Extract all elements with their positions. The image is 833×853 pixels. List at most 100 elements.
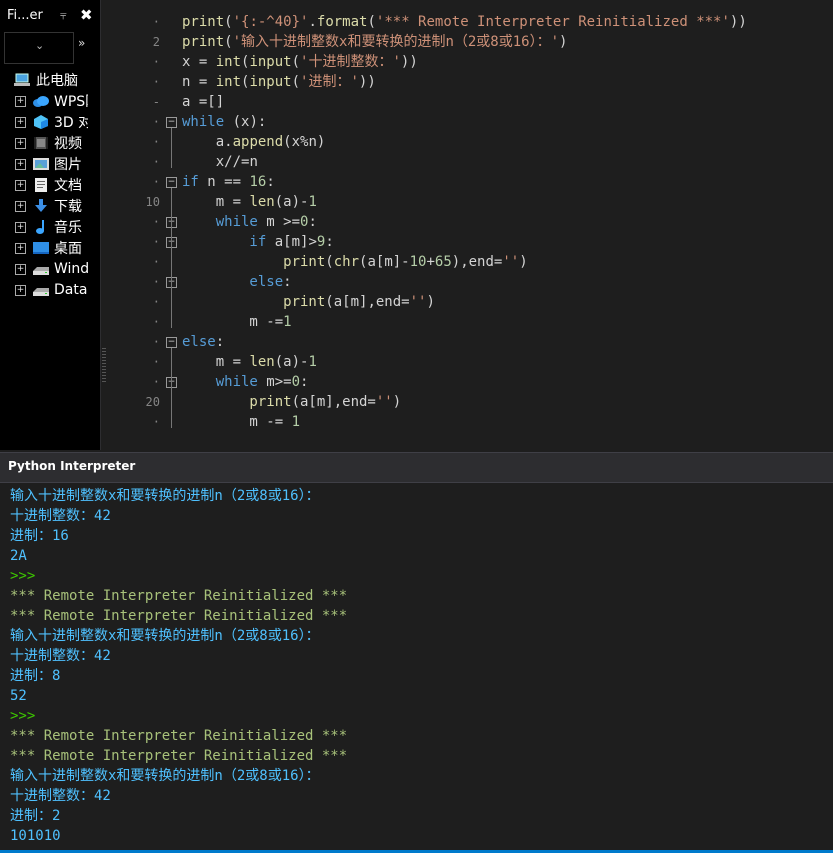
- tree-item[interactable]: + 桌面: [15, 238, 88, 258]
- code-token: =: [198, 74, 216, 90]
- fold-toggle-icon[interactable]: −: [166, 177, 177, 188]
- code-line[interactable]: while (x):: [182, 112, 266, 132]
- panel-resize-grip[interactable]: [102, 348, 106, 382]
- fold-guide: [171, 388, 172, 428]
- code-token: n: [198, 174, 225, 190]
- code-line[interactable]: print('{:-^40}'.format('*** Remote Inter…: [182, 12, 747, 32]
- line-number: ·: [152, 215, 160, 229]
- line-number: ·: [152, 415, 160, 429]
- console-line: 101010: [10, 828, 61, 844]
- tree-item[interactable]: + Data: [15, 280, 88, 300]
- code-line[interactable]: else:: [182, 332, 224, 352]
- tree-item[interactable]: + 音乐: [15, 217, 88, 237]
- line-number: ·: [152, 375, 160, 389]
- code-token: (: [325, 254, 334, 270]
- code-line[interactable]: if a[m]>9:: [182, 232, 334, 252]
- expand-icon[interactable]: +: [15, 263, 26, 275]
- code-token: while: [182, 374, 258, 390]
- code-token: m: [257, 374, 275, 390]
- tree-item-this-pc[interactable]: 此电脑: [14, 70, 78, 90]
- document-icon: [32, 177, 50, 193]
- expand-icon[interactable]: +: [15, 179, 26, 191]
- expand-icon[interactable]: +: [15, 284, 26, 296]
- console-line: 输入十进制整数x和要转换的进制n（2或8或16）：: [10, 628, 320, 644]
- code-line[interactable]: if n == 16:: [182, 172, 275, 192]
- code-token: >=: [274, 374, 292, 390]
- tree-item-label: 音乐: [54, 220, 82, 236]
- console-line: *** Remote Interpreter Reinitialized ***: [10, 728, 348, 744]
- code-token: :: [325, 234, 334, 250]
- video-icon: [32, 135, 50, 151]
- code-line[interactable]: a =[]: [182, 92, 224, 112]
- tree-item-label: 3D 对象: [54, 115, 88, 131]
- code-line[interactable]: m = len(a)-1: [182, 192, 317, 212]
- line-number: ·: [152, 335, 160, 349]
- tree-item[interactable]: + 下载: [15, 196, 88, 216]
- code-line[interactable]: while m>=0:: [182, 372, 309, 392]
- line-number: ·: [152, 315, 160, 329]
- more-icon[interactable]: »: [78, 36, 85, 50]
- code-line[interactable]: n = int(input('进制：')): [182, 72, 376, 92]
- tree-item-label: 图片: [54, 157, 82, 173]
- code-line[interactable]: print('输入十进制整数x和要转换的进制n（2或8或16）：'): [182, 32, 567, 52]
- expand-icon[interactable]: +: [15, 200, 26, 212]
- tree-item[interactable]: + Windows: [15, 259, 88, 279]
- tree-item[interactable]: + 文档: [15, 175, 88, 195]
- code-token: (: [291, 74, 301, 90]
- expand-icon[interactable]: +: [15, 137, 26, 149]
- code-token: (a[m]-: [359, 254, 410, 270]
- expand-icon[interactable]: +: [15, 116, 26, 128]
- code-line[interactable]: else:: [182, 272, 291, 292]
- code-token: '': [502, 254, 520, 270]
- code-line[interactable]: m -= 1: [182, 412, 300, 432]
- code-token: x: [182, 54, 199, 70]
- code-token: [m]>: [283, 234, 317, 250]
- tree-item[interactable]: +3D 对象: [15, 112, 88, 132]
- code-token: '*** Remote Interpreter Reinitialized **…: [375, 14, 730, 30]
- tree-item[interactable]: + WPS网盘: [15, 91, 88, 111]
- pin-icon[interactable]: ⫧: [60, 8, 67, 23]
- tree-item-label: Windows: [54, 261, 88, 277]
- line-number: ·: [152, 275, 160, 289]
- code-line[interactable]: m = len(a)-1: [182, 352, 317, 372]
- expand-icon[interactable]: +: [15, 221, 26, 233]
- code-token: else: [182, 274, 284, 290]
- code-line[interactable]: print(a[m],end=''): [182, 392, 401, 412]
- line-number: ·: [152, 115, 160, 129]
- tree-item[interactable]: + 视频: [15, 133, 88, 153]
- code-editor[interactable]: ·2··-····10·········20·−−−−−−− print('{:…: [110, 10, 833, 450]
- code-text-area[interactable]: print('{:-^40}'.format('*** Remote Inter…: [182, 10, 833, 450]
- close-icon[interactable]: ✖: [80, 6, 93, 24]
- code-line[interactable]: x = int(input('十进制整数：')): [182, 52, 418, 72]
- location-dropdown[interactable]: ⌄: [4, 32, 74, 64]
- code-token: n: [182, 74, 199, 90]
- code-line[interactable]: print(chr(a[m]-10+65),end=''): [182, 252, 528, 272]
- code-token: 1: [308, 194, 317, 210]
- tree-item-label: Data: [54, 282, 88, 298]
- tree-item[interactable]: + 图片: [15, 154, 88, 174]
- code-line[interactable]: x//=n: [182, 152, 258, 172]
- console-line: 十进制整数：42: [10, 788, 111, 804]
- chevron-down-icon: ⌄: [35, 39, 45, 52]
- code-token: '': [375, 394, 393, 410]
- code-token: '{:-^40}': [232, 14, 309, 30]
- code-token: +: [426, 254, 435, 270]
- interpreter-console[interactable]: 输入十进制整数x和要转换的进制n（2或8或16）： 十进制整数：42 进制：16 2A…: [0, 482, 833, 851]
- code-line[interactable]: print(a[m],end=''): [182, 292, 435, 312]
- expand-icon[interactable]: +: [15, 242, 26, 254]
- console-line: 十进制整数：42: [10, 508, 111, 524]
- code-token: (: [224, 34, 233, 50]
- line-number: ·: [152, 295, 160, 309]
- fold-toggle-icon[interactable]: −: [166, 117, 177, 128]
- code-line[interactable]: a.append(x%n): [182, 132, 326, 152]
- code-token: (a)-: [274, 194, 309, 210]
- code-line[interactable]: while m >=0:: [182, 212, 317, 232]
- fold-toggle-icon[interactable]: −: [166, 337, 177, 348]
- expand-icon[interactable]: +: [15, 158, 26, 170]
- code-token: =: [232, 194, 250, 210]
- code-token: m: [182, 314, 267, 330]
- code-token: )): [358, 74, 376, 90]
- console-line: 进制：16: [10, 528, 69, 544]
- code-line[interactable]: m -=1: [182, 312, 291, 332]
- expand-icon[interactable]: +: [15, 95, 26, 107]
